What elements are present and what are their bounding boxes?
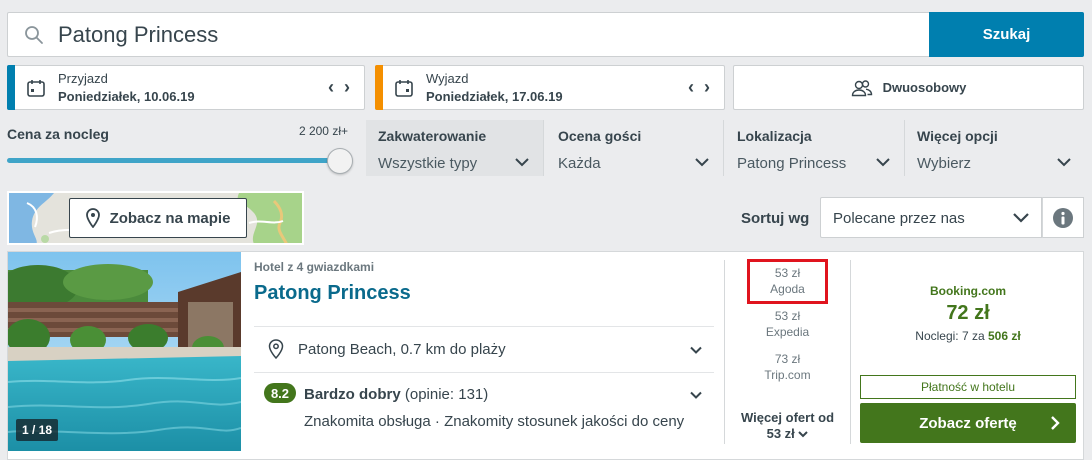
search-input[interactable] bbox=[58, 13, 918, 56]
checkout-next-arrow-icon[interactable]: › bbox=[704, 78, 710, 96]
view-deal-button[interactable]: Zobacz ofertę bbox=[860, 403, 1076, 443]
more-offers-button[interactable]: Więcej ofert od 53 zł bbox=[725, 410, 850, 442]
more-offers-label: Więcej ofert od bbox=[740, 410, 835, 425]
checkout-date: Poniedziałek, 17.06.19 bbox=[426, 89, 563, 104]
deal-nights: Noclegi: 7 za 506 zł bbox=[860, 329, 1076, 343]
price-slider-handle[interactable] bbox=[327, 148, 353, 174]
sort-info-button[interactable] bbox=[1042, 197, 1084, 238]
hotel-result-card: 1 / 18 Hotel z 4 gwiazdkami Patong Princ… bbox=[7, 251, 1084, 460]
deal-site: Booking.com bbox=[929, 284, 1006, 298]
hotel-location-row[interactable]: Patong Beach, 0.7 km do plaży bbox=[254, 327, 714, 372]
filter-more-options[interactable]: Więcej opcji Wybierz bbox=[905, 120, 1085, 176]
deal-nights-total: 506 zł bbox=[988, 329, 1021, 343]
pay-at-hotel-badge: Płatność w hotelu bbox=[860, 375, 1076, 399]
deal-nights-prefix: Noclegi: 7 za bbox=[915, 329, 985, 343]
filter-more-value: Wybierz bbox=[917, 155, 972, 172]
checkin-date: Poniedziałek, 10.06.19 bbox=[58, 89, 195, 104]
show-on-map-label: Zobacz na mapie bbox=[109, 209, 231, 227]
filter-rating-value: Każda bbox=[558, 155, 601, 172]
checkin-next-arrow-icon[interactable]: › bbox=[344, 78, 350, 96]
offer-site: Expedia bbox=[765, 325, 810, 339]
hotel-name-link[interactable]: Patong Princess bbox=[254, 282, 411, 305]
filter-more-title: Więcej opcji bbox=[917, 128, 998, 144]
hotel-star-type: Hotel z 4 gwiazdkami bbox=[254, 260, 375, 274]
chevron-down-icon bbox=[690, 346, 702, 354]
chevron-down-icon bbox=[1013, 213, 1029, 223]
more-offers-price: 53 zł bbox=[766, 426, 795, 441]
price-filter-max: 2 200 zł+ bbox=[298, 124, 348, 138]
checkin-label: Przyjazd bbox=[58, 71, 108, 86]
users-icon bbox=[851, 79, 872, 96]
calendar-icon bbox=[395, 80, 413, 97]
chevron-down-icon bbox=[798, 431, 809, 438]
rating-text: Bardzo dobry (opinie: 131) bbox=[304, 386, 488, 403]
offer-price: 73 zł bbox=[774, 352, 801, 366]
search-icon bbox=[25, 26, 43, 44]
info-icon bbox=[1053, 207, 1073, 228]
map-pin-icon bbox=[85, 208, 100, 228]
guests-selector[interactable]: Dwuosobowy bbox=[733, 65, 1084, 110]
alternative-offers: 53 zł Agoda 53 zł Expedia 73 zł Trip.com… bbox=[725, 252, 850, 451]
search-bar: Szukaj bbox=[7, 12, 1084, 57]
chevron-down-icon bbox=[690, 391, 702, 399]
checkout-field[interactable]: Wyjazd Poniedziałek, 17.06.19 ‹ › bbox=[375, 65, 725, 110]
chevron-down-icon bbox=[876, 158, 890, 167]
filter-location-value: Patong Princess bbox=[737, 155, 847, 172]
search-button[interactable]: Szukaj bbox=[929, 12, 1084, 57]
filter-rating-title: Ocena gości bbox=[558, 128, 642, 144]
filter-location[interactable]: Lokalizacja Patong Princess bbox=[725, 120, 905, 176]
chevron-down-icon bbox=[1057, 158, 1071, 167]
price-filter-title: Cena za nocleg bbox=[7, 126, 109, 142]
show-on-map-button[interactable]: Zobacz na mapie bbox=[69, 198, 247, 238]
offer-site: Trip.com bbox=[764, 368, 811, 382]
hotel-location-text: Patong Beach, 0.7 km do plaży bbox=[298, 341, 506, 358]
chevron-right-icon bbox=[1051, 416, 1060, 430]
checkout-prev-arrow-icon[interactable]: ‹ bbox=[688, 78, 694, 96]
map-pin-icon bbox=[268, 339, 284, 359]
photo-counter: 1 / 18 bbox=[16, 419, 59, 441]
filter-accommodation[interactable]: Zakwaterowanie Wszystkie typy bbox=[366, 120, 544, 176]
checkin-accent bbox=[7, 65, 15, 110]
hotel-rating-row[interactable]: 8.2 Bardzo dobry (opinie: 131) Znakomita… bbox=[254, 373, 714, 443]
rating-highlights: Znakomita obsługa · Znakomity stosunek j… bbox=[304, 413, 685, 430]
rating-count: (opinie: 131) bbox=[404, 386, 489, 403]
filter-rating[interactable]: Ocena gości Każda bbox=[546, 120, 724, 176]
view-deal-label: Zobacz ofertę bbox=[919, 414, 1017, 432]
offer-price: 53 zł bbox=[774, 309, 801, 323]
sort-select[interactable]: Polecane przez nas bbox=[820, 197, 1042, 238]
sort-select-value: Polecane przez nas bbox=[833, 210, 965, 227]
checkout-label: Wyjazd bbox=[426, 71, 469, 86]
checkin-field[interactable]: Przyjazd Poniedziałek, 10.06.19 ‹ › bbox=[7, 65, 365, 110]
featured-deal: Booking.com 72 zł Noclegi: 7 za 506 zł P… bbox=[860, 252, 1076, 451]
price-slider-track[interactable] bbox=[7, 158, 337, 163]
price-filter: Cena za nocleg 2 200 zł+ bbox=[7, 118, 353, 184]
rating-score-badge: 8.2 bbox=[264, 383, 296, 403]
filter-location-title: Lokalizacja bbox=[737, 128, 812, 144]
offer-tripcom[interactable]: 73 zł Trip.com bbox=[725, 351, 850, 383]
rating-label: Bardzo dobry bbox=[304, 386, 401, 403]
deal-price: 72 zł bbox=[946, 302, 990, 324]
checkout-accent bbox=[375, 65, 383, 110]
filter-accommodation-value: Wszystkie typy bbox=[378, 155, 478, 172]
highlight-box bbox=[747, 259, 828, 304]
map-preview[interactable]: Zobacz na mapie bbox=[7, 191, 304, 245]
offer-expedia[interactable]: 53 zł Expedia bbox=[725, 308, 850, 340]
chevron-down-icon bbox=[695, 158, 709, 167]
filter-accommodation-title: Zakwaterowanie bbox=[378, 128, 487, 144]
hotel-photo[interactable]: 1 / 18 bbox=[8, 252, 241, 451]
sort-label: Sortuj wg bbox=[741, 210, 810, 227]
checkin-prev-arrow-icon[interactable]: ‹ bbox=[328, 78, 334, 96]
calendar-icon bbox=[27, 80, 45, 97]
chevron-down-icon bbox=[515, 158, 529, 167]
guests-label: Dwuosobowy bbox=[882, 80, 967, 95]
